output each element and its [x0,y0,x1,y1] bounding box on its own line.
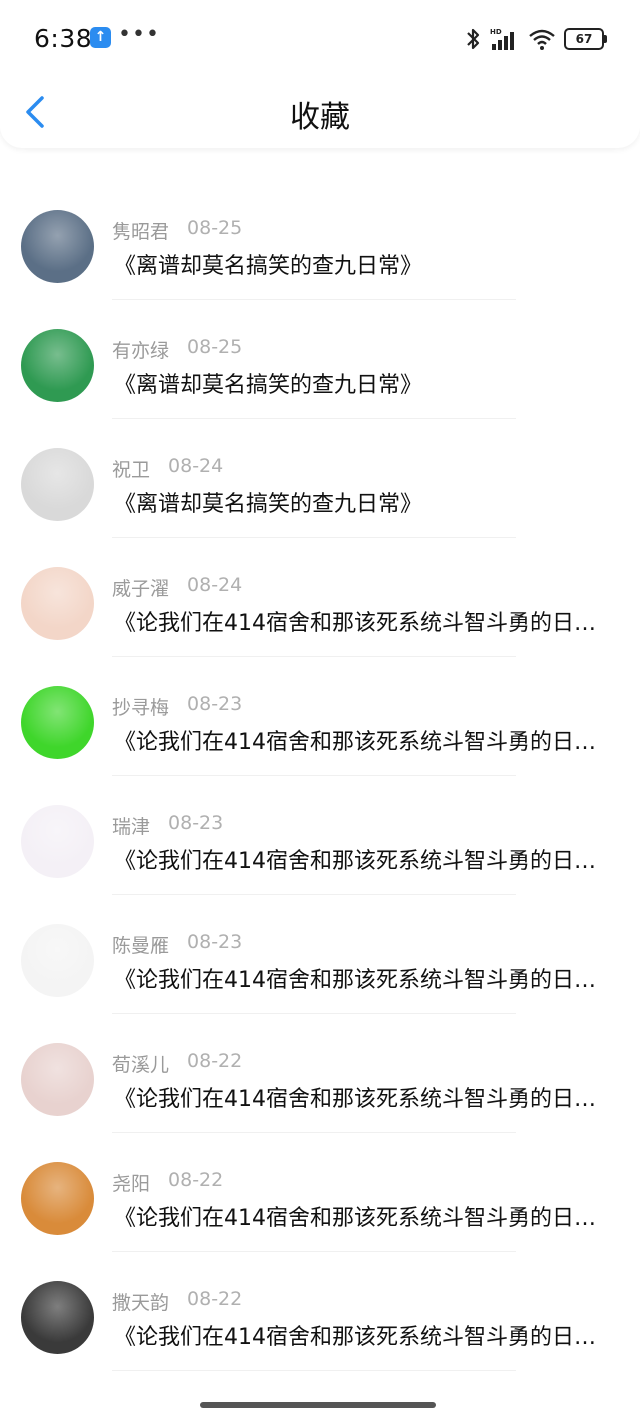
author-name: 瑞津 [112,816,151,838]
divider [112,1370,516,1371]
item-title[interactable]: 《论我们在414宿舍和那该死系统斗智斗勇的日常》 [114,724,614,756]
item-date: 08-22 [168,1169,224,1191]
avatar[interactable] [21,1281,94,1354]
list-item[interactable]: 祝卫 08-24 《离谱却莫名搞笑的查九日常》 [0,418,640,538]
bluetooth-icon [467,28,480,50]
avatar[interactable] [21,924,94,997]
author-name: 抄寻梅 [112,697,170,719]
upload-notification-icon: ↑ [90,27,111,48]
list-item[interactable]: 瑞津 08-23 《论我们在414宿舍和那该死系统斗智斗勇的日常》 [0,775,640,895]
author-name: 尧阳 [112,1173,151,1195]
item-date: 08-24 [168,455,224,477]
item-title[interactable]: 《论我们在414宿舍和那该死系统斗智斗勇的日常》 [114,1081,614,1113]
list-item[interactable]: 荀溪儿 08-22 《论我们在414宿舍和那该死系统斗智斗勇的日常》 [0,1013,640,1133]
list-item[interactable]: 隽昭君 08-25 《离谱却莫名搞笑的查九日常》 [0,180,640,300]
item-title[interactable]: 《论我们在414宿舍和那该死系统斗智斗勇的日常》 [114,962,614,994]
avatar[interactable] [21,329,94,402]
author-name: 祝卫 [112,459,151,481]
top-bar: 6:38 ↑ ••• HD 67 收藏 [0,0,640,148]
author-name: 隽昭君 [112,221,170,243]
nav-header: 收藏 [0,78,640,148]
item-title[interactable]: 《论我们在414宿舍和那该死系统斗智斗勇的日常》 [114,1200,614,1232]
author-name: 陈曼雁 [112,935,170,957]
page-title: 收藏 [290,100,350,135]
avatar[interactable] [21,686,94,759]
list-item[interactable]: 威子濯 08-24 《论我们在414宿舍和那该死系统斗智斗勇的日常》 [0,537,640,657]
item-date: 08-23 [187,931,243,953]
avatar[interactable] [21,805,94,878]
wifi-icon [529,29,555,50]
status-icons: HD 67 [464,24,607,54]
list-item[interactable]: 抄寻梅 08-23 《论我们在414宿舍和那该死系统斗智斗勇的日常》 [0,656,640,776]
item-date: 08-23 [187,693,243,715]
status-time: 6:38 [34,24,93,53]
item-date: 08-22 [187,1288,243,1310]
item-date: 08-25 [187,336,243,358]
item-title[interactable]: 《离谱却莫名搞笑的查九日常》 [114,248,614,280]
item-title[interactable]: 《论我们在414宿舍和那该死系统斗智斗勇的日常》 [114,843,614,875]
item-title[interactable]: 《论我们在414宿舍和那该死系统斗智斗勇的日常》 [114,605,614,637]
item-title[interactable]: 《离谱却莫名搞笑的查九日常》 [114,367,614,399]
author-name: 威子濯 [112,578,170,600]
item-date: 08-22 [187,1050,243,1072]
list-item[interactable]: 尧阳 08-22 《论我们在414宿舍和那该死系统斗智斗勇的日常》 [0,1132,640,1252]
avatar[interactable] [21,1043,94,1116]
item-date: 08-23 [168,812,224,834]
list-item[interactable]: 陈曼雁 08-23 《论我们在414宿舍和那该死系统斗智斗勇的日常》 [0,894,640,1014]
avatar[interactable] [21,210,94,283]
item-title[interactable]: 《论我们在414宿舍和那该死系统斗智斗勇的日常》 [114,1319,614,1351]
more-notifications-icon: ••• [118,22,160,47]
list-item[interactable]: 有亦绿 08-25 《离谱却莫名搞笑的查九日常》 [0,299,640,419]
status-bar: 6:38 ↑ ••• HD 67 [0,0,640,78]
avatar[interactable] [21,567,94,640]
battery-indicator: 67 [564,28,607,50]
home-indicator[interactable] [200,1402,436,1408]
item-date: 08-24 [187,574,243,596]
author-name: 有亦绿 [112,340,170,362]
author-name: 荀溪儿 [112,1054,170,1076]
item-date: 08-25 [187,217,243,239]
author-name: 撒天韵 [112,1292,170,1314]
network-hd-label: HD [490,28,502,36]
list-item[interactable]: 撒天韵 08-22 《论我们在414宿舍和那该死系统斗智斗勇的日常》 [0,1251,640,1371]
item-title[interactable]: 《离谱却莫名搞笑的查九日常》 [114,486,614,518]
avatar[interactable] [21,1162,94,1235]
cellular-signal-icon: HD [490,28,514,50]
avatar[interactable] [21,448,94,521]
